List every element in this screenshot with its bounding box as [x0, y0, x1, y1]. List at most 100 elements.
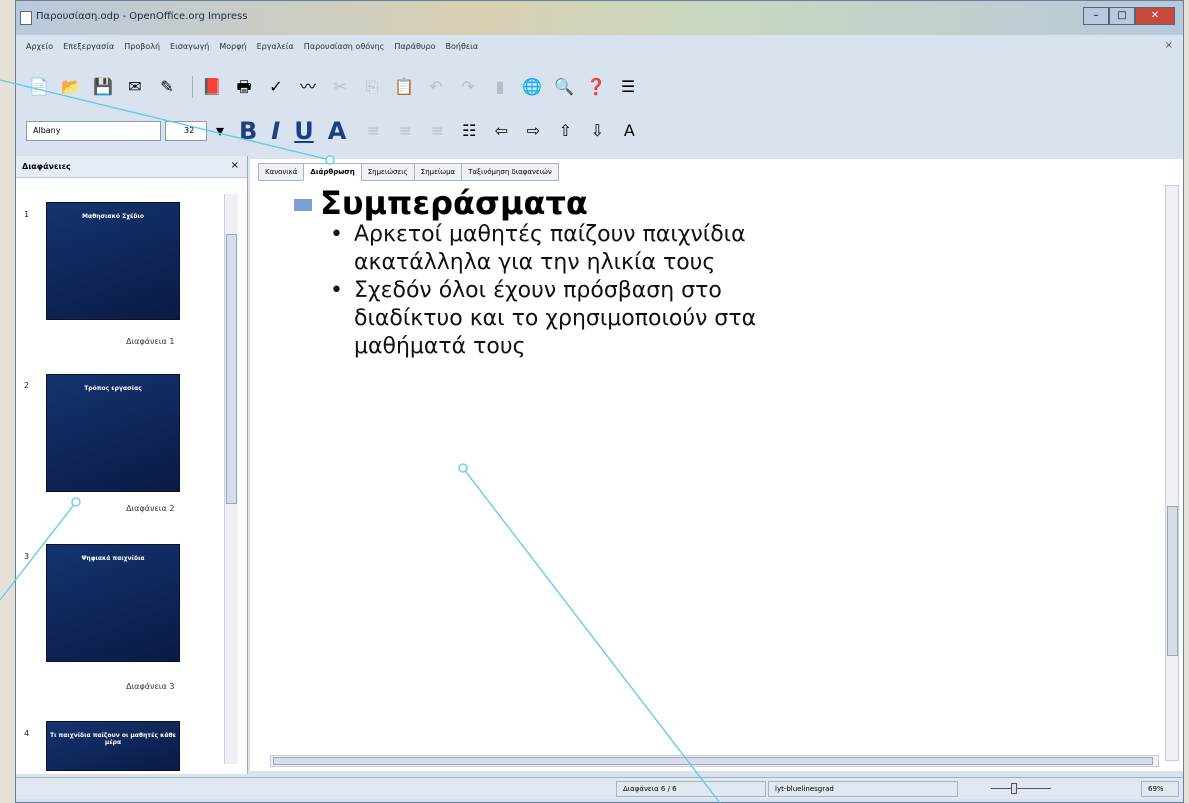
outline-view: Κανονικά Διάρθρωση Σημειώσεις Σημείωμα Τ… — [250, 159, 1183, 771]
tab-normal[interactable]: Κανονικά — [258, 163, 305, 181]
help-icon[interactable]: ❓ — [583, 74, 609, 100]
slides-scrollbar[interactable] — [224, 194, 238, 764]
bullets-icon[interactable]: ☷ — [456, 118, 482, 144]
slide-label: Διαφάνεια 3 — [126, 682, 175, 691]
slide-thumbnail-2[interactable]: Τρόπος εργασίας — [46, 374, 180, 492]
spellcheck-icon[interactable]: ✓ — [263, 74, 289, 100]
standard-toolbar: 📄 📂 💾 ✉ ✎ 📕 🖶 ✓ 〰 ✂ ⎘ 📋 ↶ ↷ ▮ 🌐 🔍 ❓ ☰ — [16, 69, 1183, 105]
bullet-text: Αρκετοί μαθητές παίζουν παιχνίδια ακατάλ… — [354, 222, 746, 275]
slides-panel: Διαφάνειες × 1 Μαθησιακό Σχέδιο Διαφάνει… — [16, 156, 248, 774]
edit-icon[interactable]: ✎ — [154, 74, 180, 100]
close-button[interactable]: ✕ — [1135, 7, 1175, 25]
horizontal-scroll-thumb[interactable] — [273, 757, 1153, 765]
outline-bullet[interactable]: • Αρκετοί μαθητές παίζουν παιχνίδια ακατ… — [330, 221, 790, 277]
align-left-icon[interactable]: ≡ — [360, 118, 386, 144]
slide-count: Διαφάνεια 6 / 6 — [616, 781, 766, 797]
undo-icon[interactable]: ↶ — [423, 74, 449, 100]
outline-text[interactable]: Συμπεράσματα • Αρκετοί μαθητές παίζουν π… — [270, 185, 970, 361]
zoom-slider-knob[interactable] — [1011, 783, 1017, 794]
slide-title: Μαθησιακό Σχέδιο — [82, 213, 144, 220]
underline-icon[interactable]: U — [294, 117, 314, 145]
menu-format[interactable]: Μορφή — [219, 38, 246, 56]
slide-icon[interactable]: ☰ — [615, 74, 641, 100]
zoom-icon[interactable]: 🔍 — [551, 74, 577, 100]
arrow-left-icon[interactable]: ⇦ — [488, 118, 514, 144]
slide-thumbnail-4[interactable]: Τι παιχνίδια παίζουν οι μαθητές κάθε μέρ… — [46, 721, 180, 771]
slides-scroll-thumb[interactable] — [226, 234, 237, 504]
slide-title: Τρόπος εργασίας — [84, 385, 142, 392]
bold-icon[interactable]: B — [239, 117, 257, 145]
horizontal-scrollbar[interactable] — [270, 755, 1159, 767]
navigator-icon[interactable]: 🌐 — [519, 74, 545, 100]
outline-heading[interactable]: Συμπεράσματα — [294, 185, 970, 221]
vertical-scroll-thumb[interactable] — [1167, 506, 1178, 656]
view-tabs: Κανονικά Διάρθρωση Σημειώσεις Σημείωμα Τ… — [258, 163, 559, 181]
slide-thumbnail-3[interactable]: Ψηφιακά παιχνίδια — [46, 544, 180, 662]
outline-heading-text: Συμπεράσματα — [320, 184, 588, 222]
bullet-text: Σχεδόν όλοι έχουν πρόσβαση στο διαδίκτυο… — [354, 278, 757, 359]
status-bar: Διαφάνεια 6 / 6 lyt-bluelinesgrad 69% — [16, 777, 1183, 799]
autospell-icon[interactable]: 〰 — [295, 74, 321, 100]
shadow-icon[interactable]: A — [328, 117, 347, 145]
paste-icon[interactable]: 📋 — [391, 74, 417, 100]
menu-slideshow[interactable]: Παρουσίαση οθόνης — [304, 38, 385, 56]
format-toolbar: Albany 32 ▾ B I U A ≡ ≡ ≡ ☷ ⇦ ⇨ ⇧ ⇩ A — [16, 116, 1183, 146]
font-size-field[interactable]: 32 — [165, 121, 207, 141]
arrow-down-icon[interactable]: ⇩ — [584, 118, 610, 144]
align-center-icon[interactable]: ≡ — [392, 118, 418, 144]
italic-icon[interactable]: I — [271, 117, 280, 145]
copy-icon[interactable]: ⎘ — [359, 74, 385, 100]
menu-window[interactable]: Παράθυρο — [394, 38, 435, 56]
separator — [192, 76, 193, 98]
slide-label: Διαφάνεια 2 — [126, 504, 175, 513]
zoom-level[interactable]: 69% — [1141, 781, 1179, 797]
maximize-button[interactable]: □ — [1109, 7, 1135, 25]
tab-slide-sorter[interactable]: Ταξινόμηση διαφανειών — [461, 163, 559, 181]
menu-view[interactable]: Προβολή — [124, 38, 160, 56]
bullet-icon: • — [330, 278, 343, 303]
menu-insert[interactable]: Εισαγωγή — [170, 38, 209, 56]
close-icon[interactable]: × — [231, 160, 239, 171]
outline-bullet[interactable]: • Σχεδόν όλοι έχουν πρόσβαση στο διαδίκτ… — [330, 277, 790, 361]
vertical-scrollbar[interactable] — [1165, 185, 1179, 761]
impress-window: Παρουσίαση.odp - OpenOffice.org Impress … — [15, 0, 1184, 803]
slides-panel-title: Διαφάνειες — [22, 162, 71, 171]
tab-notes[interactable]: Σημειώσεις — [360, 163, 415, 181]
menu-tools[interactable]: Εργαλεία — [257, 38, 294, 56]
slide-number: 3 — [24, 552, 30, 561]
cut-icon[interactable]: ✂ — [327, 74, 353, 100]
minimize-button[interactable]: – — [1083, 7, 1109, 25]
slide-icon — [294, 199, 312, 211]
arrow-up-icon[interactable]: ⇧ — [552, 118, 578, 144]
tab-handout[interactable]: Σημείωμα — [413, 163, 463, 181]
chart-icon[interactable]: ▮ — [487, 74, 513, 100]
print-icon[interactable]: 🖶 — [231, 74, 257, 100]
save-icon[interactable]: 💾 — [90, 74, 116, 100]
pdf-icon[interactable]: 📕 — [199, 74, 225, 100]
slide-title: Ψηφιακά παιχνίδια — [81, 555, 145, 562]
slides-panel-header: Διαφάνειες × — [16, 156, 247, 178]
slide-title: Τι παιχνίδια παίζουν οι μαθητές κάθε μέρ… — [50, 732, 176, 746]
menu-edit[interactable]: Επεξεργασία — [63, 38, 114, 56]
mail-icon[interactable]: ✉ — [122, 74, 148, 100]
window-title: Παρουσίαση.odp - OpenOffice.org Impress — [36, 11, 248, 22]
menu-help[interactable]: Βοήθεια — [445, 38, 478, 56]
slide-number: 2 — [24, 381, 30, 390]
tab-outline[interactable]: Διάρθρωση — [303, 163, 362, 181]
align-right-icon[interactable]: ≡ — [424, 118, 450, 144]
title-bar: Παρουσίαση.odp - OpenOffice.org Impress … — [16, 1, 1183, 35]
app-icon — [20, 11, 32, 25]
layout-name: lyt-bluelinesgrad — [768, 781, 958, 797]
font-name-field[interactable]: Albany — [26, 121, 161, 141]
slide-thumbnail-1[interactable]: Μαθησιακό Σχέδιο — [46, 202, 180, 320]
open-icon[interactable]: 📂 — [58, 74, 84, 100]
menu-file[interactable]: Αρχείο — [26, 38, 53, 56]
arrow-right-icon[interactable]: ⇨ — [520, 118, 546, 144]
menu-bar: Αρχείο Επεξεργασία Προβολή Εισαγωγή Μορφ… — [16, 38, 1183, 56]
font-color-icon[interactable]: A — [616, 118, 642, 144]
chevron-down-icon[interactable]: ▾ — [207, 118, 233, 144]
new-icon[interactable]: 📄 — [26, 74, 52, 100]
redo-icon[interactable]: ↷ — [455, 74, 481, 100]
close-document-icon[interactable]: × — [1165, 40, 1173, 51]
zoom-slider[interactable] — [991, 788, 1051, 789]
